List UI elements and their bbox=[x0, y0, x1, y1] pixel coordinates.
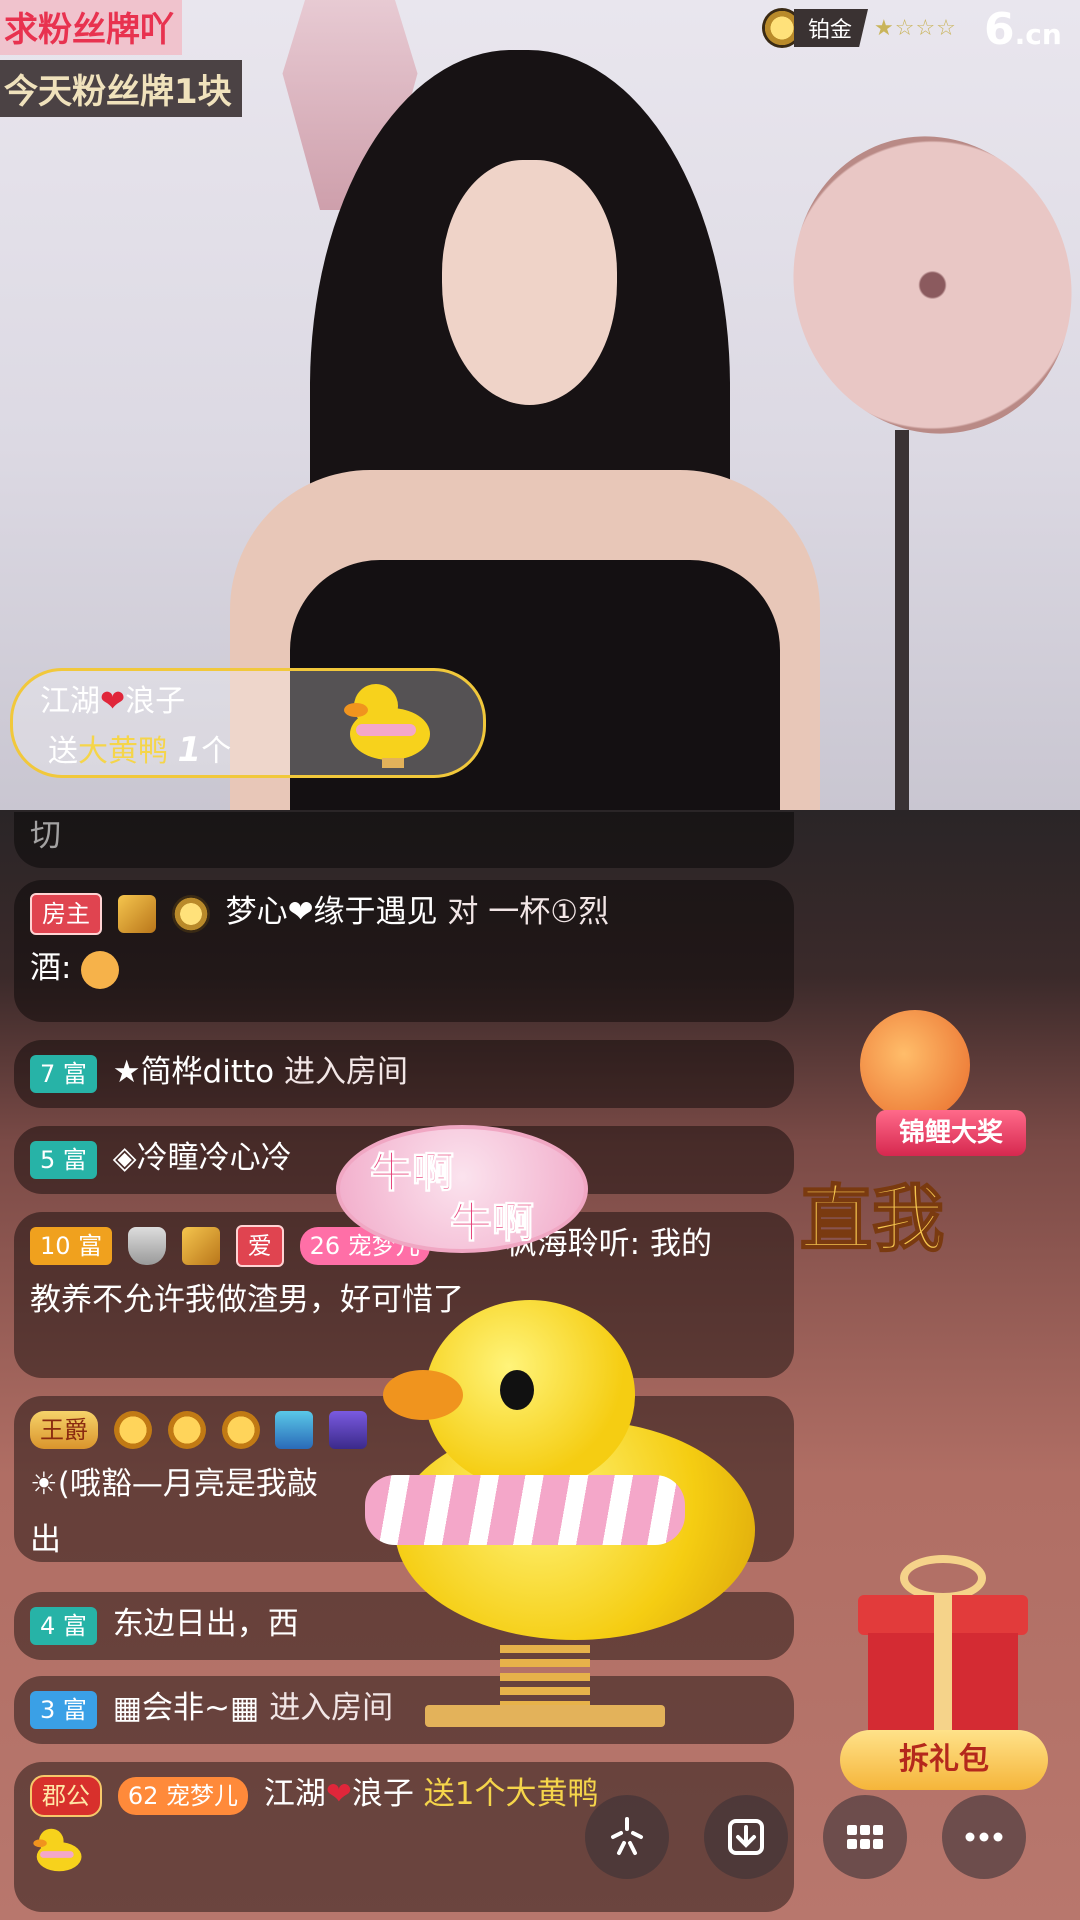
site-logo: 6.cn bbox=[984, 4, 1062, 55]
medal-icon bbox=[221, 1410, 260, 1449]
chat-text: 进入房间 bbox=[283, 1054, 408, 1090]
koi-fish-icon bbox=[860, 1010, 970, 1120]
sun-medal-icon bbox=[171, 894, 210, 933]
love-badge: 爱 bbox=[235, 1224, 284, 1267]
more-button[interactable] bbox=[942, 1795, 1026, 1879]
chat-username[interactable]: ★简桦ditto bbox=[113, 1054, 274, 1090]
chat-text-continued: 酒: bbox=[30, 950, 72, 986]
fan-club-badge: 62 宠梦儿 bbox=[117, 1776, 249, 1815]
chat-text: 我的 bbox=[649, 1226, 712, 1262]
star-level-icon bbox=[113, 1410, 152, 1449]
chat-username[interactable]: 梦心❤缘于遇见 bbox=[226, 894, 438, 930]
fan-stand bbox=[895, 430, 909, 810]
rich-level-badge: 7 富 bbox=[30, 1054, 97, 1093]
rank-stars: ★☆☆☆ bbox=[874, 15, 957, 41]
noble-badge: 王爵 bbox=[30, 1410, 98, 1449]
promo-title: 直我 bbox=[799, 1176, 945, 1262]
duck-gift-icon bbox=[33, 1828, 82, 1872]
guard-icon bbox=[275, 1410, 314, 1449]
chat-message: 7 富 ★简桦ditto 进入房间 bbox=[14, 1040, 794, 1108]
chat-message: 郡公 62 宠梦儿 江湖❤浪子 送1个大黄鸭 bbox=[14, 1762, 794, 1912]
rank-badge[interactable]: 铂金 ★☆☆☆ bbox=[762, 8, 957, 48]
chat-message: 房主 梦心❤缘于遇见 对 一杯①烈 酒: bbox=[14, 880, 794, 1022]
download-icon bbox=[728, 1819, 764, 1855]
koi-prize-promo[interactable]: 锦鲤大奖 直我 bbox=[790, 1010, 1060, 1262]
star-icon bbox=[167, 1410, 206, 1449]
rank-label: 铂金 bbox=[794, 9, 869, 47]
overlay-tag-fan-request: 求粉丝牌吖 bbox=[0, 0, 182, 55]
shield-icon bbox=[128, 1226, 167, 1265]
rich-level-badge: 3 富 bbox=[30, 1690, 97, 1729]
gift-sender-name: 江湖❤浪子 bbox=[40, 684, 186, 719]
promo-banner: 锦鲤大奖 bbox=[876, 1110, 1026, 1156]
open-gift-pack-button[interactable]: 拆礼包 bbox=[840, 1730, 1048, 1790]
chat-username[interactable]: 江湖❤浪子 bbox=[264, 1776, 414, 1812]
more-icon bbox=[965, 1832, 1003, 1842]
download-button[interactable] bbox=[704, 1795, 788, 1879]
duck-gift-icon bbox=[344, 684, 430, 768]
chat-message-partial: 切 bbox=[14, 812, 794, 868]
gift-box-icon[interactable] bbox=[858, 1555, 1028, 1740]
gift-description: 送大黄鸭 1个 bbox=[48, 730, 232, 770]
chat-text: ☀(哦豁—月亮是我敲 bbox=[30, 1466, 318, 1502]
gold-bar-icon bbox=[181, 1226, 220, 1265]
sparkle-icon bbox=[611, 1817, 643, 1855]
grid-icon bbox=[847, 1825, 883, 1849]
sparkle-button[interactable] bbox=[585, 1795, 669, 1879]
vip-icon bbox=[329, 1410, 368, 1449]
chat-text: 对 一杯①烈 bbox=[447, 894, 610, 930]
overlay-tag-fan-price: 今天粉丝牌1块 bbox=[0, 60, 242, 117]
gold-bar-icon bbox=[117, 894, 156, 933]
rich-level-badge: 5 富 bbox=[30, 1140, 97, 1179]
host-badge: 房主 bbox=[30, 892, 102, 935]
chat-username[interactable]: ◈冷瞳冷心冷 bbox=[113, 1140, 292, 1176]
emoji-icon bbox=[81, 950, 120, 989]
chat-text: 东边日出，西 bbox=[112, 1606, 299, 1642]
rich-level-badge: 4 富 bbox=[30, 1606, 97, 1645]
duck-gift-animation bbox=[365, 1300, 785, 1730]
live-room-screen: 求粉丝牌吖 今天粉丝牌1块 铂金 ★☆☆☆ 6.cn 江湖❤浪子 送大黄鸭 1个… bbox=[0, 0, 1080, 1920]
chat-text: 送1个大黄鸭 bbox=[423, 1776, 599, 1812]
speech-bubble: 牛啊 牛啊 bbox=[336, 1125, 588, 1253]
chat-text-continued: 出 bbox=[30, 1522, 61, 1558]
menu-grid-button[interactable] bbox=[823, 1795, 907, 1879]
rich-level-badge: 10 富 bbox=[30, 1226, 113, 1265]
noble-badge: 郡公 bbox=[30, 1774, 102, 1817]
chat-username[interactable]: ▦会非~▦ bbox=[113, 1690, 260, 1726]
